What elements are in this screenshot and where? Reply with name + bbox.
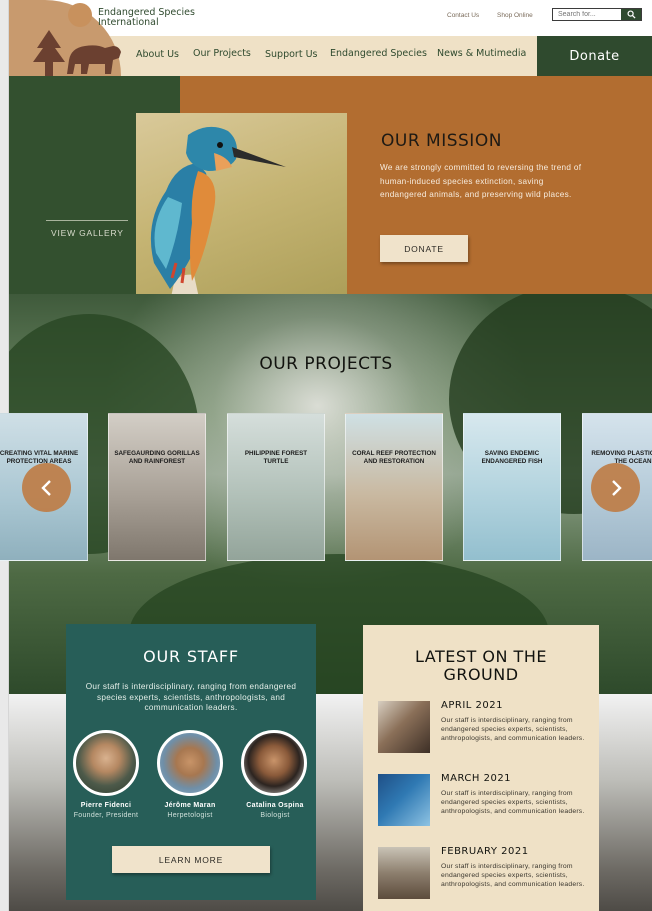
chevron-left-icon	[40, 479, 51, 496]
carousel-next-button[interactable]	[591, 463, 640, 512]
mission-donate-button[interactable]: DONATE	[380, 235, 468, 262]
nav-endangered-species[interactable]: Endangered Species	[330, 48, 427, 59]
news-text: Our staff is interdisciplinary, ranging …	[441, 790, 585, 815]
project-card-endemic-fish[interactable]: SAVING ENDEMIC ENDANGERED FISH	[463, 413, 561, 561]
kingfisher-illustration	[150, 126, 286, 321]
chevron-right-icon	[611, 479, 622, 496]
avatar-jerome-maran[interactable]	[157, 730, 223, 796]
news-title: LATEST ON THE GROUND	[363, 648, 599, 684]
search-box	[552, 8, 642, 21]
project-card-label: PHILIPPINE FOREST TURTLE	[244, 450, 308, 465]
carousel-prev-button[interactable]	[22, 463, 71, 512]
kingfisher-photo	[136, 113, 347, 321]
staff-name: Pierre Fidenci	[80, 802, 132, 809]
mission-body: We are strongly committed to reversing t…	[380, 163, 582, 199]
search-button[interactable]	[621, 9, 641, 20]
news-date[interactable]: FEBRUARY 2021	[441, 846, 529, 857]
news-date[interactable]: MARCH 2021	[441, 773, 511, 784]
nav-our-projects[interactable]: Our Projects	[193, 48, 251, 59]
news-text: Our staff is interdisciplinary, ranging …	[441, 863, 585, 888]
staff-name: Jérôme Maran	[164, 802, 216, 809]
news-text: Our staff is interdisciplinary, ranging …	[441, 717, 585, 742]
view-gallery-link[interactable]: VIEW GALLERY	[51, 228, 124, 238]
news-thumb-february[interactable]	[378, 847, 430, 899]
news-title-line2: GROUND	[443, 665, 519, 684]
logo-sun	[68, 3, 92, 27]
org-name[interactable]: Endangered Species International	[98, 8, 195, 27]
staff-role: Founder, President	[73, 812, 139, 819]
news-title-line1: LATEST ON THE	[415, 647, 547, 666]
mission-title: OUR MISSION	[381, 131, 502, 151]
staff-title: OUR STAFF	[143, 647, 239, 666]
news-thumb-march[interactable]	[378, 774, 430, 826]
avatar-pierre-fidenci[interactable]	[73, 730, 139, 796]
projects-title: OUR PROJECTS	[259, 354, 393, 374]
staff-name: Catalina Ospina	[246, 802, 304, 809]
org-name-line2: International	[98, 16, 159, 28]
project-card-label: CORAL REEF PROTECTION AND RESTORATION	[352, 450, 436, 465]
news-thumb-april[interactable]	[378, 701, 430, 753]
project-card-coral-reef[interactable]: CORAL REEF PROTECTION AND RESTORATION	[345, 413, 443, 561]
avatar-catalina-ospina[interactable]	[241, 730, 307, 796]
staff-role: Herpetologist	[167, 812, 213, 819]
search-icon	[626, 10, 636, 19]
project-card-label: SAVING ENDEMIC ENDANGERED FISH	[481, 450, 543, 465]
project-card-forest-turtle[interactable]: PHILIPPINE FOREST TURTLE	[227, 413, 325, 561]
search-input[interactable]	[555, 9, 621, 20]
page: Endangered Species International Contact…	[0, 0, 652, 911]
project-card-gorillas[interactable]: SAFEGAURDING GORILLAS AND RAINFOREST	[108, 413, 206, 561]
shop-link[interactable]: Shop Online	[497, 12, 533, 19]
staff-role: Biologist	[260, 812, 290, 819]
project-card-label: SAFEGAURDING GORILLAS AND RAINFOREST	[114, 450, 200, 465]
donate-nav-button[interactable]: Donate	[537, 36, 652, 76]
gallery-divider	[46, 220, 128, 221]
news-date[interactable]: APRIL 2021	[441, 700, 503, 711]
nav-news-multimedia[interactable]: News & Mutimedia	[437, 48, 526, 59]
nav-about-us[interactable]: About Us	[136, 49, 179, 60]
staff-body: Our staff is interdisciplinary, ranging …	[85, 682, 297, 712]
learn-more-button[interactable]: LEARN MORE	[112, 846, 270, 873]
nav-support-us[interactable]: Support Us	[265, 49, 317, 60]
contact-link[interactable]: Contact Us	[447, 12, 479, 19]
